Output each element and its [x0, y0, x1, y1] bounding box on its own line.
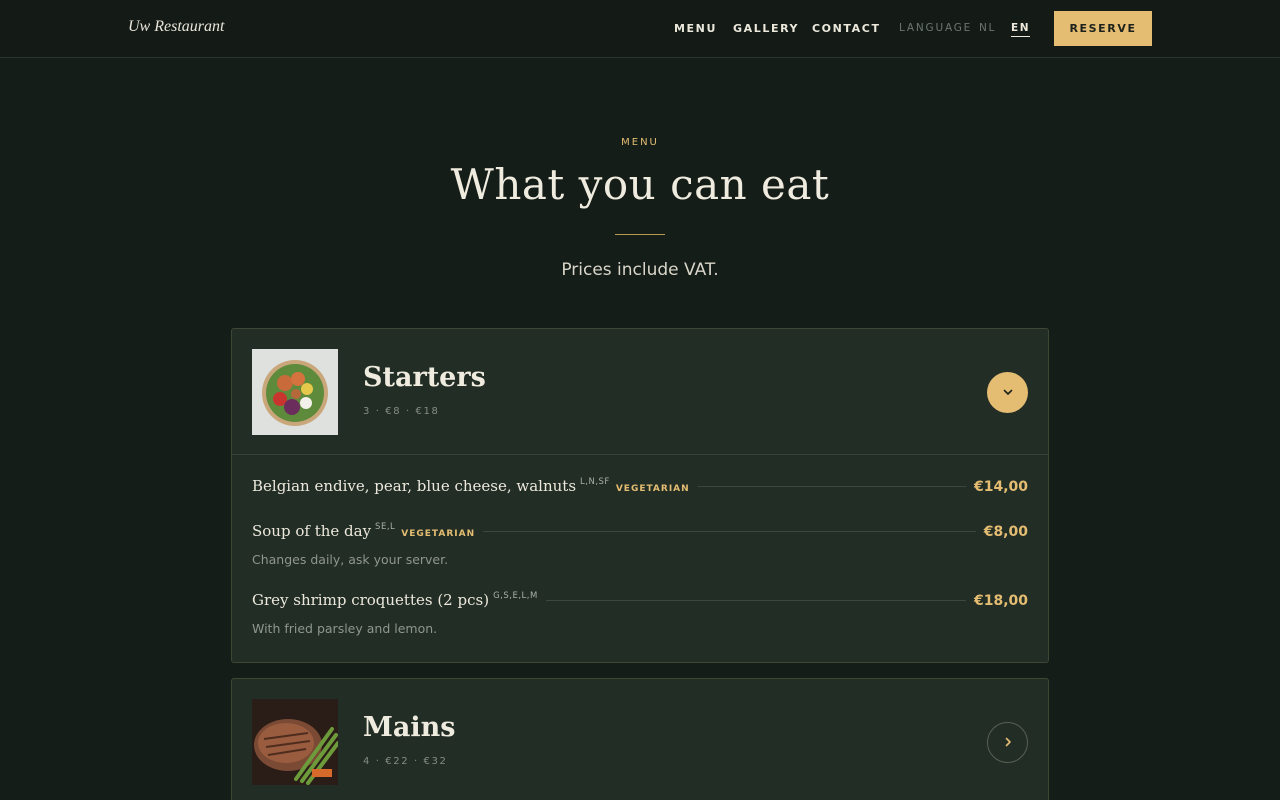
section-eyebrow: MENU	[621, 137, 659, 148]
price-leader	[697, 486, 966, 487]
brand-logo[interactable]: Uw Restaurant	[128, 18, 224, 36]
item-description: With fried parsley and lemon.	[252, 621, 438, 636]
item-allergens: L,N,SF	[580, 477, 610, 487]
category-title: Starters	[363, 362, 486, 393]
menu-item: Grey shrimp croquettes (2 pcs) G,S,E,L,M…	[252, 591, 1028, 636]
title-divider	[615, 234, 665, 235]
starters-thumbnail	[252, 349, 338, 435]
category-card-starters: Starters 3 · €8 · €18 Belgian endive, pe…	[231, 328, 1049, 663]
item-name: Grey shrimp croquettes (2 pcs)	[252, 591, 490, 609]
language-label: LANGUAGE	[899, 22, 973, 34]
item-price: €18,00	[973, 593, 1028, 609]
category-meta: 4 · €22 · €32	[363, 756, 448, 767]
page-title: What you can eat	[450, 160, 830, 209]
item-name: Soup of the day	[252, 522, 372, 540]
vegetarian-badge: VEGETARIAN	[615, 484, 690, 494]
site-header: Uw Restaurant MENU GALLERY CONTACT LANGU…	[0, 0, 1280, 58]
menu-item: Belgian endive, pear, blue cheese, walnu…	[252, 477, 1028, 495]
item-name: Belgian endive, pear, blue cheese, walnu…	[252, 477, 577, 495]
language-en-link[interactable]: EN	[1011, 22, 1031, 37]
menu-item: Soup of the day SE,L VEGETARIAN €8,00 Ch…	[252, 522, 1028, 567]
nav-contact-link[interactable]: CONTACT	[812, 22, 881, 35]
nav-gallery-link[interactable]: GALLERY	[733, 22, 799, 35]
language-nl-link[interactable]: NL	[979, 22, 996, 34]
category-header-starters[interactable]: Starters 3 · €8 · €18	[232, 329, 1048, 455]
item-price: €8,00	[983, 524, 1028, 540]
item-allergens: G,S,E,L,M	[493, 591, 538, 601]
item-price: €14,00	[973, 479, 1028, 495]
item-allergens: SE,L	[375, 522, 396, 532]
price-leader	[483, 531, 976, 532]
category-card-mains: Mains 4 · €22 · €32	[231, 678, 1049, 800]
expand-toggle-button[interactable]	[987, 722, 1028, 763]
card-divider	[232, 454, 1048, 455]
category-meta: 3 · €8 · €18	[363, 406, 440, 417]
mains-thumbnail	[252, 699, 338, 785]
collapse-toggle-button[interactable]	[987, 372, 1028, 413]
category-header-mains[interactable]: Mains 4 · €22 · €32	[232, 679, 1048, 800]
chevron-down-icon	[1002, 383, 1014, 402]
category-title: Mains	[363, 712, 456, 743]
page-subtitle: Prices include VAT.	[561, 260, 719, 280]
item-description: Changes daily, ask your server.	[252, 552, 449, 567]
price-leader	[545, 600, 966, 601]
nav-menu-link[interactable]: MENU	[674, 22, 717, 35]
vegetarian-badge: VEGETARIAN	[401, 529, 476, 539]
chevron-right-icon	[1002, 733, 1014, 752]
reserve-button[interactable]: RESERVE	[1054, 11, 1152, 46]
